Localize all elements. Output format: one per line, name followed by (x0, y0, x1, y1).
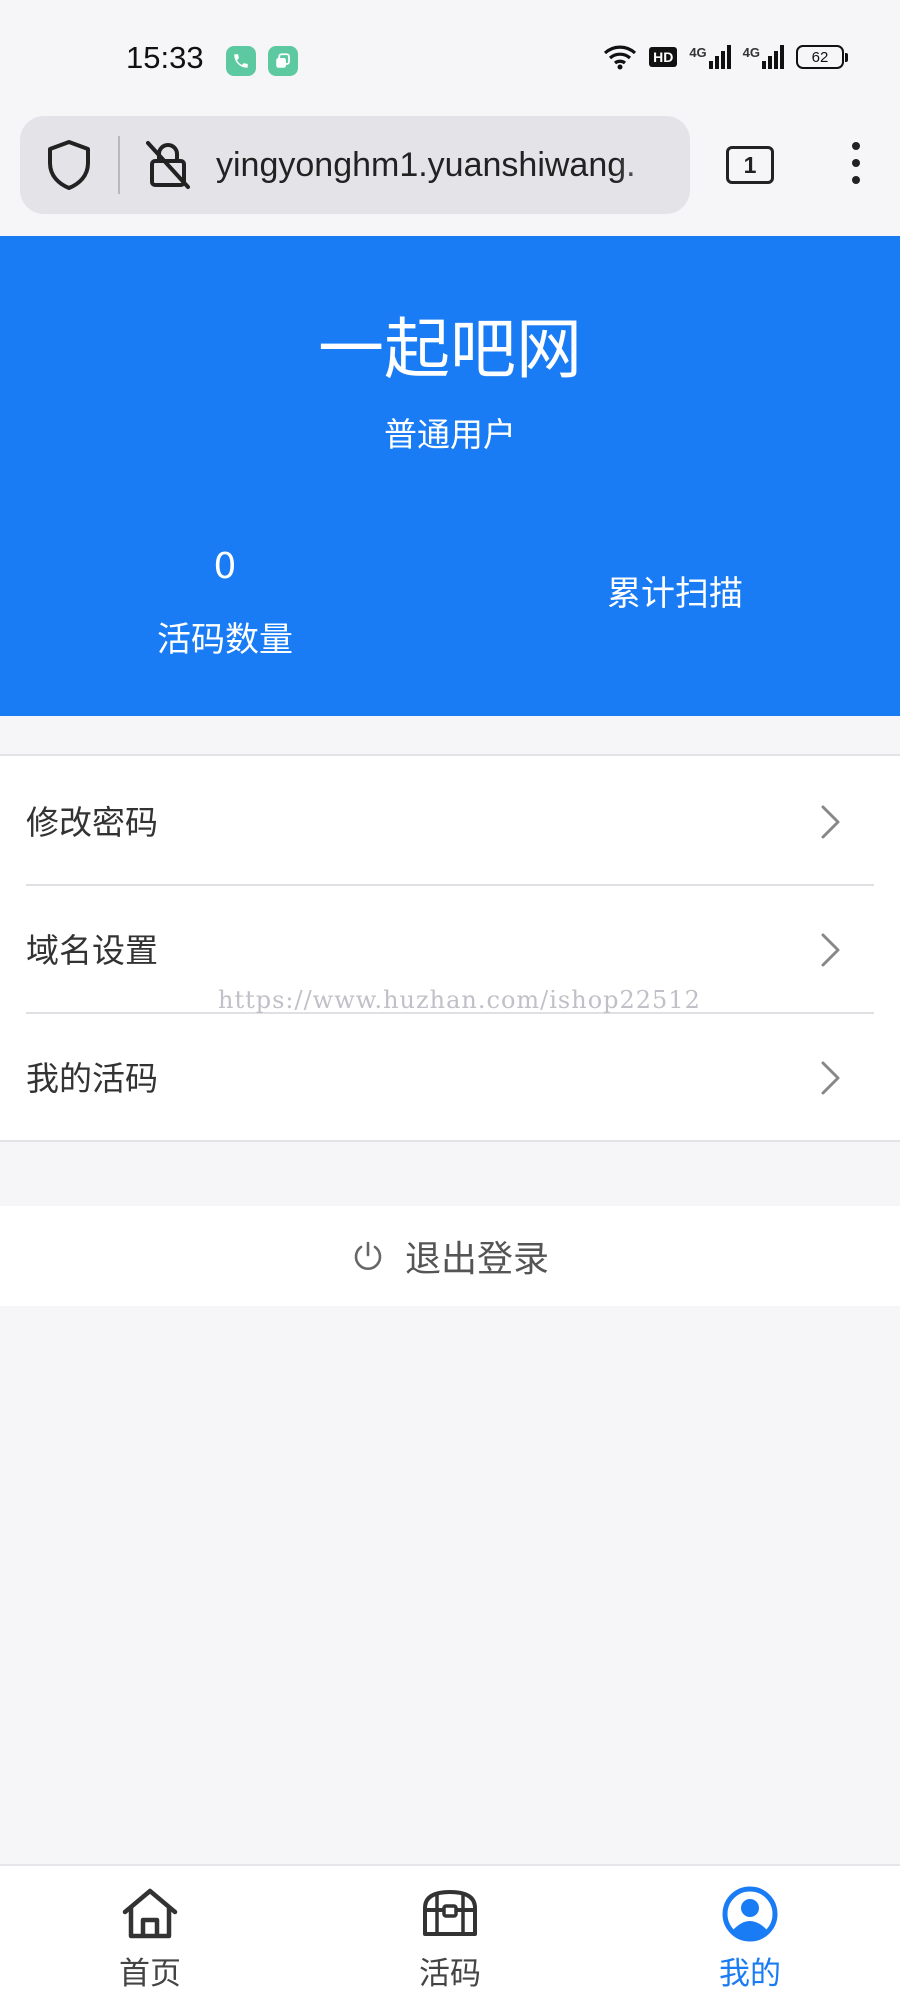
menu-item-label: 我的活码 (26, 1059, 158, 1098)
menu-item-label: 域名设置 (26, 931, 158, 970)
menu-item-label: 修改密码 (26, 803, 158, 842)
bottom-tab-bar: 首页 活码 我的 (0, 1864, 900, 2000)
browser-toolbar: yingyonghm1.yuanshiwang. 1 (0, 112, 900, 236)
menu-item-change-password[interactable]: 修改密码 (0, 756, 900, 884)
url-text[interactable]: yingyonghm1.yuanshiwang. (216, 146, 686, 185)
menu-item-my-codes[interactable]: 我的活码 (0, 1012, 900, 1140)
stat-code-count-label: 活码数量 (157, 620, 293, 660)
signal-icon-2: 4G (743, 45, 784, 69)
profile-header: 一起吧网 普通用户 0 活码数量 累计扫描 (0, 236, 900, 716)
settings-menu: 修改密码 域名设置 我的活码 (0, 754, 900, 1142)
status-time: 15:33 (126, 40, 204, 75)
tab-live-codes-label: 活码 (419, 1956, 481, 1992)
multitask-app-icon (268, 46, 298, 76)
tab-home-label: 首页 (119, 1956, 181, 1992)
logout-button[interactable]: 退出登录 (0, 1206, 900, 1306)
tab-live-codes[interactable]: 活码 (300, 1866, 600, 2000)
status-icons: HD 4G 4G 62 (603, 44, 848, 70)
signal-icon-1: 4G (689, 45, 731, 69)
shield-icon[interactable] (20, 116, 118, 214)
stat-code-count: 0 活码数量 (75, 546, 375, 661)
power-icon (354, 1241, 382, 1270)
address-bar[interactable]: yingyonghm1.yuanshiwang. (20, 116, 690, 214)
stat-code-count-value: 0 (213, 546, 237, 587)
chest-icon (423, 1890, 477, 1936)
user-role: 普通用户 (384, 415, 516, 454)
stat-total-scans-label: 累计扫描 (607, 574, 743, 614)
battery-indicator: 62 (796, 45, 848, 69)
site-title: 一起吧网 (318, 311, 582, 388)
logout-label: 退出登录 (404, 1239, 549, 1280)
tab-switcher-button[interactable]: 1 (726, 146, 774, 184)
stat-total-scans: 累计扫描 (525, 566, 825, 615)
chevron-right-icon (821, 1061, 840, 1095)
wifi-icon (603, 45, 637, 70)
user-icon (722, 1886, 778, 1942)
chevron-right-icon (821, 933, 840, 967)
hd-badge: HD (649, 47, 678, 67)
insecure-lock-icon[interactable] (120, 116, 216, 214)
tab-mine[interactable]: 我的 (600, 1866, 900, 2000)
chevron-right-icon (821, 805, 840, 839)
home-icon (122, 1888, 178, 1939)
more-menu-icon[interactable] (844, 142, 868, 192)
phone-app-icon (226, 46, 256, 76)
tab-mine-label: 我的 (719, 1956, 781, 1992)
status-bar: 15:33 HD 4G 4G 62 (0, 0, 900, 112)
menu-item-domain-settings[interactable]: 域名设置 (0, 884, 900, 1012)
tab-home[interactable]: 首页 (0, 1866, 300, 2000)
